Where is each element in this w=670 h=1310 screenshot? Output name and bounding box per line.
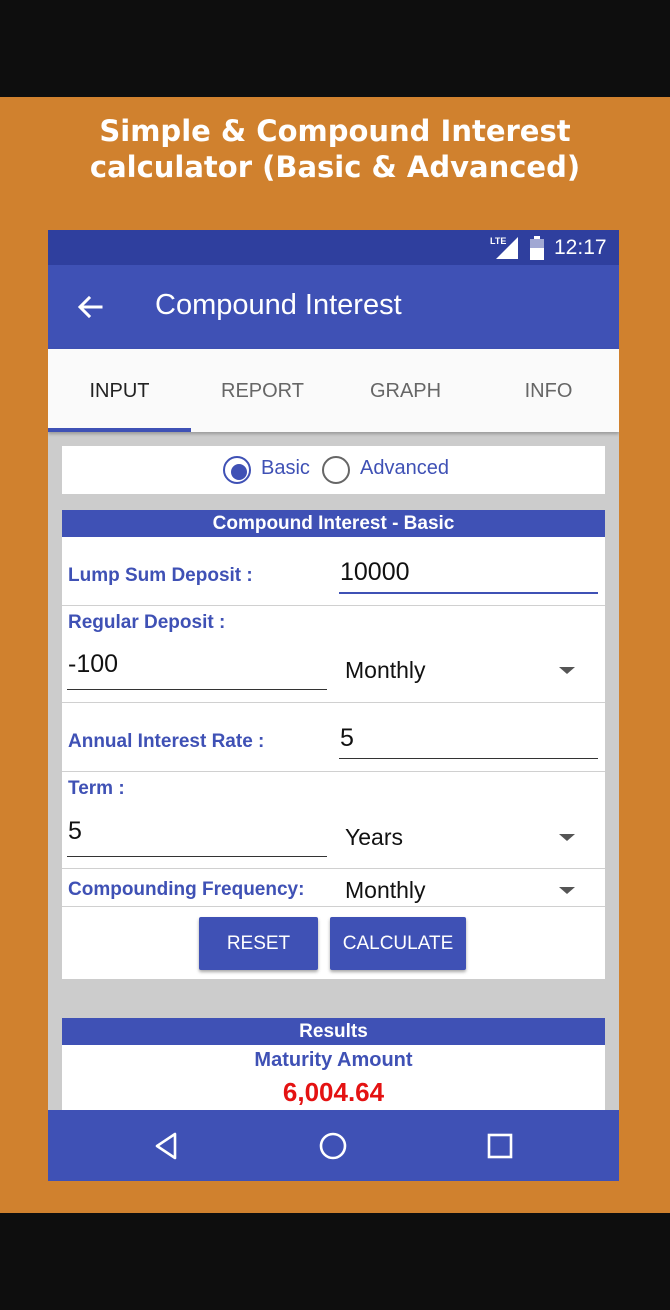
annual-rate-value: 5 bbox=[340, 724, 354, 752]
compounding-value: Monthly bbox=[345, 877, 426, 903]
regular-deposit-period-value: Monthly bbox=[345, 657, 426, 683]
app-bar: Compound Interest bbox=[48, 265, 619, 349]
nav-back-icon[interactable] bbox=[152, 1131, 182, 1161]
battery-icon bbox=[530, 236, 544, 260]
status-bar: LTE 12:17 bbox=[48, 230, 619, 265]
app-title: Compound Interest bbox=[155, 289, 402, 321]
lump-sum-value: 10000 bbox=[340, 558, 410, 586]
mode-selector: Basic Advanced bbox=[62, 446, 605, 494]
chevron-down-icon bbox=[559, 834, 575, 841]
radio-advanced-label: Advanced bbox=[360, 457, 449, 479]
tab-bar: INPUT REPORT GRAPH INFO bbox=[48, 349, 619, 432]
maturity-amount-label: Maturity Amount bbox=[254, 1049, 413, 1071]
chevron-down-icon bbox=[559, 667, 575, 674]
results-header: Results bbox=[62, 1018, 605, 1045]
promo-title-line-2: calculator (Basic & Advanced) bbox=[89, 150, 581, 184]
annual-rate-input[interactable]: 5 bbox=[339, 716, 598, 764]
signal-icon bbox=[496, 237, 518, 259]
term-value: 5 bbox=[68, 817, 82, 845]
radio-checked-icon bbox=[223, 456, 251, 484]
term-input[interactable]: 5 bbox=[67, 811, 327, 859]
form-header: Compound Interest - Basic bbox=[62, 510, 605, 537]
nav-recents-icon[interactable] bbox=[485, 1131, 515, 1161]
lump-sum-label: Lump Sum Deposit : bbox=[68, 565, 253, 586]
term-unit-dropdown[interactable]: Years bbox=[339, 817, 579, 857]
term-label: Term : bbox=[68, 778, 125, 799]
tab-info[interactable]: INFO bbox=[477, 349, 619, 432]
navigation-bar bbox=[48, 1110, 619, 1181]
nav-home-icon[interactable] bbox=[318, 1131, 348, 1161]
phone-screen: LTE 12:17 Compound Interest INPUT REPORT… bbox=[48, 230, 619, 1181]
active-tab-indicator bbox=[48, 428, 191, 432]
reset-button[interactable]: RESET bbox=[199, 917, 318, 970]
regular-deposit-value: -100 bbox=[68, 650, 119, 678]
tab-report[interactable]: REPORT bbox=[191, 349, 334, 432]
maturity-amount-value: 6,004.64 bbox=[282, 1077, 385, 1107]
radio-basic-label: Basic bbox=[261, 457, 310, 479]
status-time: 12:17 bbox=[554, 236, 607, 259]
regular-deposit-label: Regular Deposit : bbox=[68, 612, 226, 633]
promo-title-line-1: Simple & Compound Interest bbox=[99, 114, 571, 148]
compounding-label: Compounding Frequency: bbox=[68, 879, 305, 900]
results-panel: Results Maturity Amount 6,004.64 bbox=[62, 1018, 605, 1118]
tab-input[interactable]: INPUT bbox=[48, 349, 191, 432]
annual-rate-label: Annual Interest Rate : bbox=[68, 731, 265, 752]
chevron-down-icon bbox=[559, 887, 575, 894]
lump-sum-input[interactable]: 10000 bbox=[339, 550, 598, 598]
regular-deposit-period-dropdown[interactable]: Monthly bbox=[339, 650, 579, 690]
calculate-button[interactable]: CALCULATE bbox=[330, 917, 466, 970]
back-arrow-icon[interactable] bbox=[76, 293, 104, 321]
promo-title: Simple & Compound Interest calculator (B… bbox=[0, 113, 670, 185]
term-unit-value: Years bbox=[345, 824, 403, 850]
regular-deposit-input[interactable]: -100 bbox=[67, 644, 327, 692]
radio-unchecked-icon bbox=[322, 456, 350, 484]
compounding-dropdown[interactable]: Monthly bbox=[339, 870, 579, 906]
calculator-form: Compound Interest - Basic Lump Sum Depos… bbox=[62, 510, 605, 979]
tab-graph[interactable]: GRAPH bbox=[334, 349, 477, 432]
